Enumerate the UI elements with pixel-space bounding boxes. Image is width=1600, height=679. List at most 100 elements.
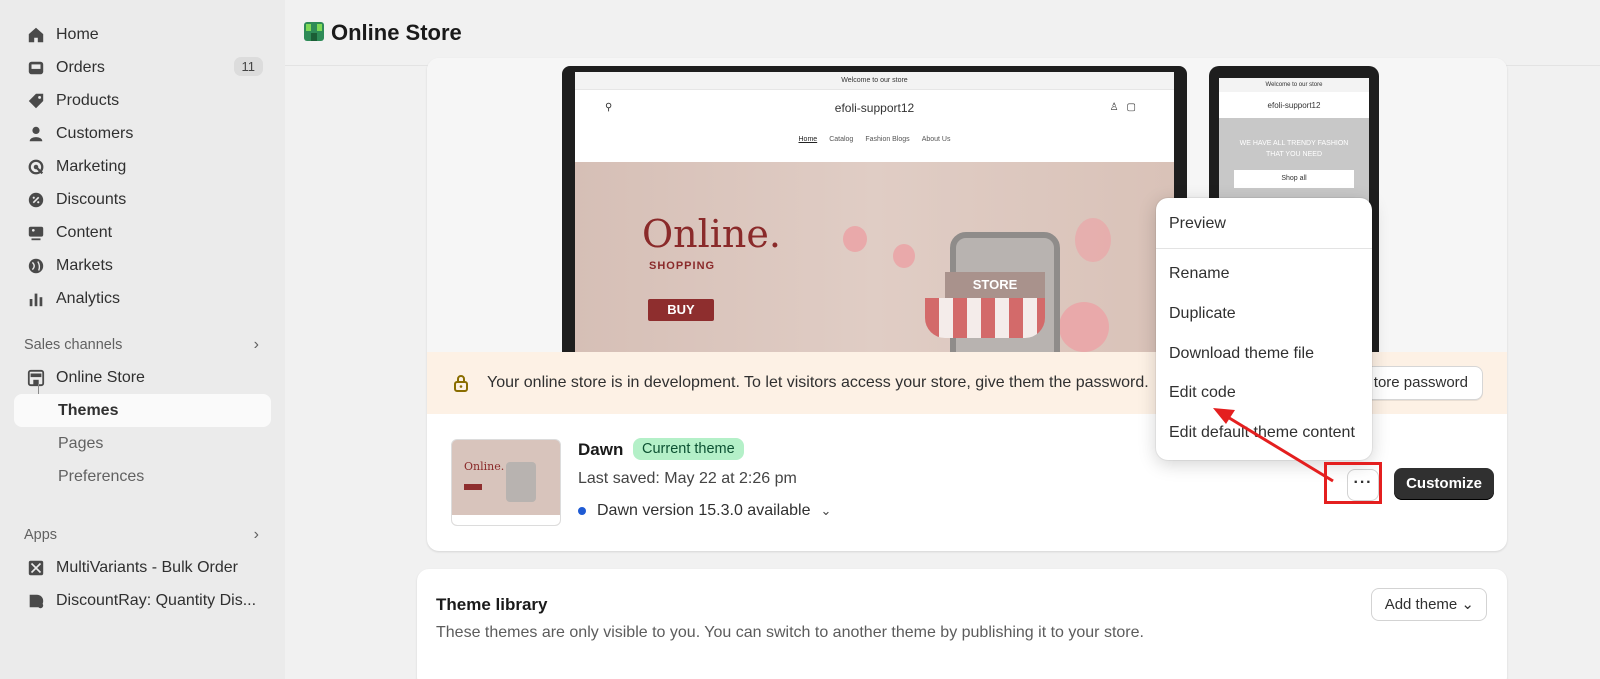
sidebar-item-themes[interactable]: Themes <box>14 394 271 427</box>
theme-library-title: Theme library <box>436 595 548 614</box>
page-header: Online Store <box>285 0 1600 66</box>
lock-icon <box>454 375 468 392</box>
store-logo-icon <box>303 20 325 46</box>
sidebar-item-label: Preferences <box>58 467 145 485</box>
sidebar-item-analytics[interactable]: Analytics <box>14 282 271 315</box>
sales-channels-label: Sales channels <box>24 337 123 353</box>
theme-thumbnail[interactable]: Online. <box>451 439 561 526</box>
store-link: About Us <box>921 135 951 143</box>
mobile-store-name: efoli-support12 <box>1267 100 1321 110</box>
theme-library-description: These themes are only visible to you. Yo… <box>436 624 1144 641</box>
sidebar-item-home[interactable]: Home <box>14 18 271 51</box>
app-icon <box>26 558 46 578</box>
highlight-box <box>1324 462 1382 504</box>
menu-item-rename[interactable]: Rename <box>1156 255 1372 295</box>
awning-illustration <box>925 298 1045 338</box>
menu-item-preview[interactable]: Preview <box>1156 204 1372 244</box>
theme-name: Dawn <box>578 440 624 459</box>
sidebar-item-label: Content <box>56 223 113 241</box>
sidebar-item-online-store[interactable]: Online Store <box>14 361 271 394</box>
sidebar-item-customers[interactable]: Customers <box>14 117 271 150</box>
content-icon <box>26 223 46 243</box>
theme-actions-menu: Preview Rename Duplicate Download theme … <box>1156 198 1372 460</box>
store-password-button[interactable]: tore password <box>1356 366 1483 400</box>
sidebar-item-label: Pages <box>58 434 104 452</box>
balloon-image <box>893 244 915 268</box>
sidebar-item-label: Home <box>56 25 99 43</box>
app-icon <box>26 591 46 611</box>
sidebar-item-label: MultiVariants - Bulk Order <box>56 558 238 576</box>
current-theme-badge: Current theme <box>633 438 744 460</box>
thumbnail-button-shape <box>464 484 482 490</box>
hero-title: Online. <box>642 212 781 256</box>
target-icon <box>26 157 46 177</box>
hero-banner: Online. SHOPPING BUY STORE <box>575 162 1174 356</box>
sidebar-item-label: Discounts <box>56 190 127 208</box>
sidebar-item-label: DiscountRay: Quantity Dis... <box>56 591 257 609</box>
sidebar-item-discounts[interactable]: Discounts <box>14 183 271 216</box>
sidebar-item-app-discountray[interactable]: DiscountRay: Quantity Dis... <box>14 584 271 617</box>
customize-button[interactable]: Customize <box>1394 468 1494 500</box>
theme-library-card: Theme library These themes are only visi… <box>417 569 1507 679</box>
menu-divider <box>1156 247 1372 249</box>
sidebar-item-products[interactable]: Products <box>14 84 271 117</box>
sidebar-item-label: Analytics <box>56 289 121 307</box>
store-link: Home <box>798 135 818 143</box>
menu-item-edit-code[interactable]: Edit code <box>1156 373 1372 413</box>
sales-channels-header[interactable]: Sales channels › <box>14 329 271 361</box>
person-icon <box>26 124 46 144</box>
sidebar-item-label: Markets <box>56 256 113 274</box>
globe-icon <box>26 256 46 276</box>
sidebar-item-label: Customers <box>56 124 134 142</box>
sidebar-item-label: Themes <box>58 401 119 419</box>
search-icon: ⚲ <box>605 102 613 113</box>
sidebar-item-orders[interactable]: Orders 11 <box>14 51 271 84</box>
desktop-screen: Welcome to our store ⚲ efoli-support12 ♙… <box>575 72 1174 356</box>
sidebar-item-label: Marketing <box>56 157 127 175</box>
thumbnail-footer <box>452 515 560 525</box>
chevron-right-icon[interactable]: › <box>254 336 259 354</box>
hero-subtitle: SHOPPING <box>649 260 716 272</box>
sidebar-item-app-multivariants[interactable]: MultiVariants - Bulk Order <box>14 551 271 584</box>
store-header: ⚲ efoli-support12 ♙▢ <box>575 90 1174 125</box>
desktop-preview: Welcome to our store ⚲ efoli-support12 ♙… <box>562 66 1187 356</box>
store-link: Catalog <box>829 135 854 143</box>
store-name: efoli-support12 <box>834 100 915 115</box>
add-theme-label: Add theme <box>1384 596 1458 613</box>
version-text: Dawn version 15.3.0 available <box>597 502 811 519</box>
sidebar-item-label: Orders <box>56 58 105 76</box>
sidebar-item-label: Products <box>56 91 120 109</box>
chevron-right-icon[interactable]: › <box>254 526 259 544</box>
account-cart-icons: ♙▢ <box>1109 102 1144 113</box>
chevron-down-icon: ⌄ <box>1461 596 1474 613</box>
thumbnail-phone-shape <box>506 462 536 502</box>
store-sign: STORE <box>945 272 1045 298</box>
status-dot-icon <box>578 507 586 515</box>
balloon-image <box>1075 218 1111 262</box>
add-theme-button[interactable]: Add theme ⌄ <box>1370 588 1487 621</box>
hero-buy-button: BUY <box>648 299 714 321</box>
mobile-shop-button: Shop all <box>1234 170 1354 188</box>
apps-header[interactable]: Apps › <box>14 519 271 551</box>
menu-item-download-theme-file[interactable]: Download theme file <box>1156 334 1372 374</box>
bar-chart-icon <box>26 289 46 309</box>
announcement-bar: Welcome to our store <box>575 72 1174 90</box>
page-title: Online Store <box>331 19 462 45</box>
menu-item-duplicate[interactable]: Duplicate <box>1156 294 1372 334</box>
sidebar: Home Orders 11 Products Customers Market… <box>0 0 285 679</box>
sidebar-item-content[interactable]: Content <box>14 216 271 249</box>
sidebar-item-preferences[interactable]: Preferences <box>14 460 271 493</box>
apps-label: Apps <box>24 527 58 543</box>
menu-item-edit-default-theme-content[interactable]: Edit default theme content <box>1156 413 1372 453</box>
sidebar-item-markets[interactable]: Markets <box>14 249 271 282</box>
store-nav: Home Catalog Fashion Blogs About Us <box>575 125 1174 153</box>
sidebar-item-marketing[interactable]: Marketing <box>14 150 271 183</box>
sidebar-item-label: Online Store <box>56 368 145 386</box>
thumbnail-title: Online. <box>464 460 505 473</box>
discount-icon <box>26 190 46 210</box>
tag-icon <box>26 91 46 111</box>
sidebar-item-pages[interactable]: Pages <box>14 427 271 460</box>
last-saved-text: Last saved: May 22 at 2:26 pm <box>578 470 797 487</box>
chevron-down-icon: ⌄ <box>820 503 832 518</box>
version-dropdown[interactable]: Dawn version 15.3.0 available ⌄ <box>578 502 831 520</box>
